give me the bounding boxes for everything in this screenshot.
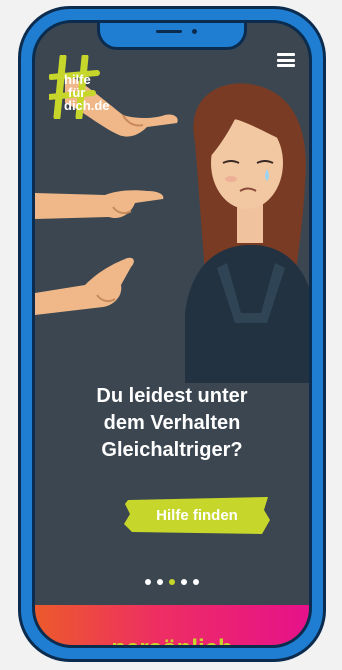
headline-line-3: Gleichaltriger? <box>101 439 243 461</box>
camera-icon <box>192 29 197 34</box>
menu-bar <box>277 64 295 67</box>
find-help-label: Hilfe finden <box>156 506 238 524</box>
carousel-dot[interactable] <box>193 579 199 585</box>
carousel-dot[interactable] <box>181 579 187 585</box>
carousel-dot-active[interactable] <box>169 579 175 585</box>
girl-cheek <box>225 176 237 182</box>
carousel-indicator <box>35 579 309 585</box>
next-section-banner: persönlich <box>35 605 309 645</box>
phone-frame: hilfe für dich.de Du leidest unter dem V… <box>18 6 326 662</box>
phone-screen: hilfe für dich.de Du leidest unter dem V… <box>32 20 312 648</box>
hamburger-menu-icon[interactable] <box>277 53 295 67</box>
logo-line-3: dich.de <box>64 98 110 113</box>
pointing-hand-middle <box>35 190 164 219</box>
menu-bar <box>277 58 295 62</box>
headline-line-2: dem Verhalten <box>103 412 241 434</box>
device-mockup: hilfe für dich.de Du leidest unter dem V… <box>0 0 342 670</box>
carousel-dot[interactable] <box>145 579 151 585</box>
pointing-hand-lower <box>35 257 134 315</box>
site-logo[interactable]: hilfe für dich.de <box>49 55 129 135</box>
headline-line-1: Du leidest unter <box>96 385 248 407</box>
girl-neck <box>237 203 263 243</box>
next-section-title: persönlich <box>35 635 309 645</box>
find-help-button[interactable]: Hilfe finden <box>122 494 272 536</box>
logo-wordmark: hilfe für dich.de <box>64 73 110 112</box>
menu-bar <box>277 53 295 56</box>
carousel-dot[interactable] <box>157 579 163 585</box>
hero-headline: Du leidest unter dem Verhalten Gleichalt… <box>35 383 309 464</box>
phone-notch <box>97 23 247 50</box>
speaker-icon <box>156 30 182 33</box>
